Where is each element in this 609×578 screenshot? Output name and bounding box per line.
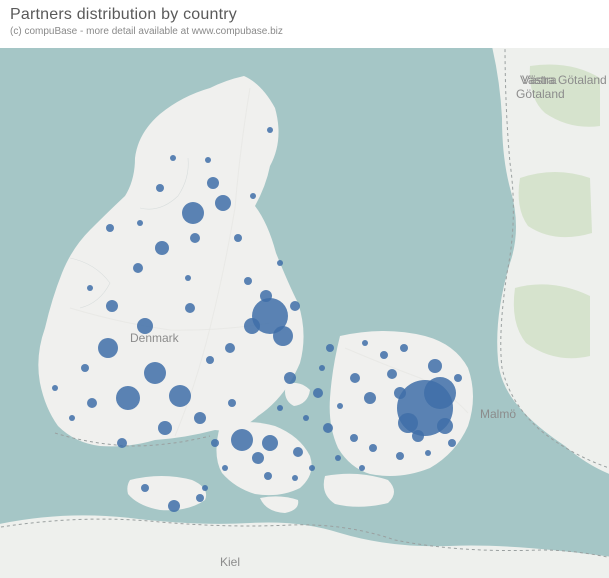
data-bubble[interactable] (398, 413, 418, 433)
data-bubble[interactable] (231, 429, 253, 451)
map-title: Partners distribution by country (10, 6, 599, 24)
data-bubble[interactable] (250, 193, 256, 199)
data-bubble[interactable] (137, 318, 153, 334)
data-bubble[interactable] (211, 439, 219, 447)
data-bubble[interactable] (277, 260, 283, 266)
data-bubble[interactable] (133, 263, 143, 273)
data-bubble[interactable] (169, 385, 191, 407)
data-bubble[interactable] (293, 447, 303, 457)
data-bubble[interactable] (170, 155, 176, 161)
data-bubble[interactable] (156, 184, 164, 192)
data-bubble[interactable] (87, 398, 97, 408)
data-bubble[interactable] (303, 415, 309, 421)
data-bubble[interactable] (350, 373, 360, 383)
data-bubble[interactable] (454, 374, 462, 382)
label-denmark: Denmark (130, 331, 180, 345)
data-bubble[interactable] (194, 412, 206, 424)
data-bubble[interactable] (412, 430, 424, 442)
data-bubble[interactable] (244, 318, 260, 334)
data-bubble[interactable] (309, 465, 315, 471)
data-bubble[interactable] (144, 362, 166, 384)
data-bubble[interactable] (364, 392, 376, 404)
data-bubble[interactable] (319, 365, 325, 371)
map-subtitle: (c) compuBase - more detail available at… (10, 26, 599, 37)
data-bubble[interactable] (337, 403, 343, 409)
data-bubble[interactable] (155, 241, 169, 255)
data-bubble[interactable] (205, 157, 211, 163)
map-viewport[interactable]: Denmark Malmö Kiel Västra Götaland Västr… (0, 48, 609, 578)
data-bubble[interactable] (202, 485, 208, 491)
data-bubble[interactable] (244, 277, 252, 285)
data-bubble[interactable] (87, 285, 93, 291)
data-bubble[interactable] (81, 364, 89, 372)
data-bubble[interactable] (362, 340, 368, 346)
data-bubble[interactable] (387, 369, 397, 379)
data-bubble[interactable] (69, 415, 75, 421)
data-bubble[interactable] (190, 233, 200, 243)
data-bubble[interactable] (323, 423, 333, 433)
data-bubble[interactable] (137, 220, 143, 226)
data-bubble[interactable] (262, 435, 278, 451)
data-bubble[interactable] (437, 418, 453, 434)
data-bubble[interactable] (313, 388, 323, 398)
data-bubble[interactable] (222, 465, 228, 471)
data-bubble[interactable] (425, 450, 431, 456)
data-bubble[interactable] (396, 452, 404, 460)
data-bubble[interactable] (326, 344, 334, 352)
land-germany (0, 515, 609, 578)
data-bubble[interactable] (292, 475, 298, 481)
land-denmark (38, 76, 473, 513)
data-bubble[interactable] (359, 465, 365, 471)
data-bubble[interactable] (106, 300, 118, 312)
data-bubble[interactable] (215, 195, 231, 211)
data-bubble[interactable] (206, 356, 214, 364)
data-bubble[interactable] (182, 202, 204, 224)
data-bubble[interactable] (106, 224, 114, 232)
data-bubble[interactable] (284, 372, 296, 384)
map-svg: Denmark Malmö Kiel Västra Götaland Västr… (0, 48, 609, 578)
data-bubble[interactable] (228, 399, 236, 407)
data-bubble[interactable] (234, 234, 242, 242)
data-bubble[interactable] (158, 421, 172, 435)
data-bubble[interactable] (264, 472, 272, 480)
data-bubble[interactable] (252, 452, 264, 464)
data-bubble[interactable] (117, 438, 127, 448)
data-bubble[interactable] (185, 275, 191, 281)
data-bubble[interactable] (260, 290, 272, 302)
data-bubble[interactable] (394, 387, 406, 399)
data-bubble[interactable] (207, 177, 219, 189)
data-bubble[interactable] (196, 494, 204, 502)
label-kiel: Kiel (220, 555, 240, 569)
data-bubble[interactable] (116, 386, 140, 410)
data-bubble[interactable] (335, 455, 341, 461)
data-bubble[interactable] (400, 344, 408, 352)
data-bubble[interactable] (350, 434, 358, 442)
data-bubble[interactable] (277, 405, 283, 411)
label-vastra-line1: Västra (522, 73, 557, 87)
data-bubble[interactable] (98, 338, 118, 358)
data-bubble[interactable] (52, 385, 58, 391)
data-bubble[interactable] (428, 359, 442, 373)
data-bubble[interactable] (369, 444, 377, 452)
map-header: Partners distribution by country (c) com… (0, 0, 609, 39)
label-malmo: Malmö (480, 407, 516, 421)
data-bubble[interactable] (141, 484, 149, 492)
data-bubble[interactable] (185, 303, 195, 313)
data-bubble[interactable] (380, 351, 388, 359)
label-vastra-line2: Götaland (516, 87, 565, 101)
data-bubble[interactable] (168, 500, 180, 512)
data-bubble[interactable] (273, 326, 293, 346)
data-bubble[interactable] (290, 301, 300, 311)
data-bubble[interactable] (225, 343, 235, 353)
data-bubble[interactable] (267, 127, 273, 133)
data-bubble[interactable] (424, 377, 456, 409)
data-bubble[interactable] (448, 439, 456, 447)
